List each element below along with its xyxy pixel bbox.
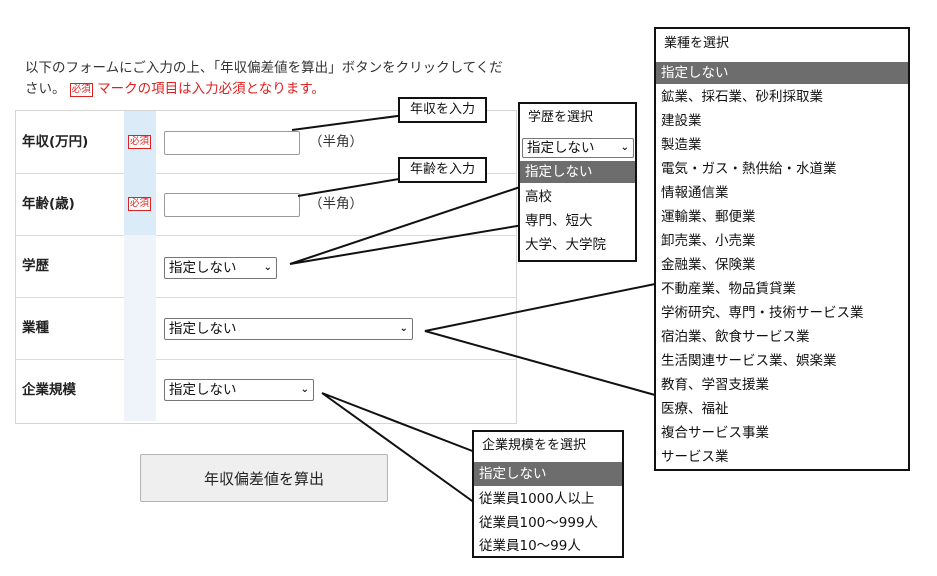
education-option[interactable]: 指定しない [520, 161, 635, 183]
company-size-option[interactable]: 従業員100〜999人 [474, 511, 622, 535]
education-mini-select[interactable]: 指定しない ⌄ [522, 138, 634, 158]
industry-option[interactable]: 鉱業、採石業、砂利採取業 [656, 86, 908, 109]
chevron-down-icon: ⌄ [620, 142, 629, 153]
company-size-dropdown-callout: 企業規模をを選択 指定しない 従業員1000人以上 従業員100〜999人 従業… [472, 430, 624, 558]
age-hint-callout: 年齢を入力 [398, 157, 487, 183]
education-option[interactable]: 高校 [520, 186, 635, 208]
income-hint-callout: 年収を入力 [398, 97, 487, 123]
education-dropdown-callout: 学歴を選択 指定しない ⌄ 指定しない 高校 専門、短大 大学、大学院 [518, 102, 637, 262]
age-hint-text: 年齢を入力 [409, 162, 475, 177]
industry-option[interactable]: 複合サービス事業 [656, 422, 908, 445]
industry-option[interactable]: 生活関連サービス業、娯楽業 [656, 350, 908, 373]
education-mini-select-value: 指定しない [527, 140, 595, 156]
education-dropdown-title: 学歴を選択 [528, 110, 594, 125]
industry-option[interactable]: サービス業 [656, 446, 908, 469]
industry-option[interactable]: 電気・ガス・熱供給・水道業 [656, 158, 908, 181]
company-size-option[interactable]: 指定しない [474, 462, 622, 486]
industry-option[interactable]: 教育、学習支援業 [656, 374, 908, 397]
education-option[interactable]: 大学、大学院 [520, 234, 635, 256]
industry-dropdown-title: 業種を選択 [664, 36, 730, 51]
industry-option[interactable]: 金融業、保険業 [656, 254, 908, 277]
company-size-dropdown-title: 企業規模をを選択 [482, 438, 587, 453]
industry-option[interactable]: 建設業 [656, 110, 908, 133]
industry-option[interactable]: 医療、福祉 [656, 398, 908, 421]
industry-option[interactable]: 学術研究、専門・技術サービス業 [656, 302, 908, 325]
industry-dropdown-callout: 業種を選択 指定しない 鉱業、採石業、砂利採取業 建設業 製造業 電気・ガス・熱… [654, 27, 910, 471]
industry-option[interactable]: 指定しない [656, 62, 908, 84]
industry-option[interactable]: 運輸業、郵便業 [656, 206, 908, 229]
education-option[interactable]: 専門、短大 [520, 210, 635, 232]
company-size-option[interactable]: 従業員10〜99人 [474, 535, 622, 557]
company-size-option[interactable]: 従業員1000人以上 [474, 487, 622, 511]
income-hint-text: 年収を入力 [409, 102, 475, 117]
industry-option[interactable]: 情報通信業 [656, 182, 908, 205]
industry-option[interactable]: 宿泊業、飲食サービス業 [656, 326, 908, 349]
industry-option[interactable]: 卸売業、小売業 [656, 230, 908, 253]
industry-option[interactable]: 不動産業、物品賃貸業 [656, 278, 908, 301]
industry-option[interactable]: 製造業 [656, 134, 908, 157]
